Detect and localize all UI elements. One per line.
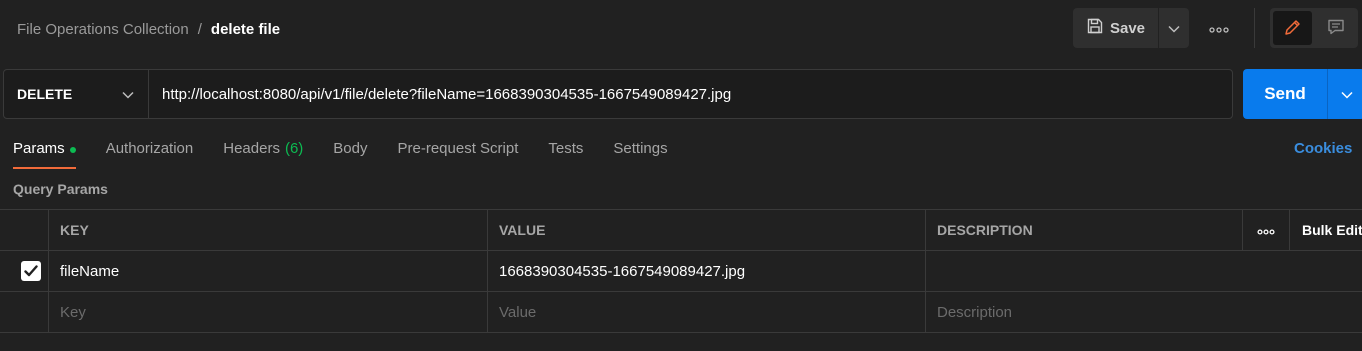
tab-authorization[interactable]: Authorization — [106, 138, 194, 168]
more-icon — [1257, 222, 1275, 238]
method-label: DELETE — [17, 86, 73, 102]
row-checkbox[interactable] — [21, 251, 41, 291]
tab-label: Authorization — [105, 140, 194, 157]
table-row: fileName 1668390304535-1667549089427.jpg — [0, 251, 1362, 292]
save-label: Save — [1109, 19, 1146, 37]
column-divider — [48, 210, 49, 250]
comment-icon — [1326, 17, 1346, 40]
column-header-value: VALUE — [499, 222, 546, 238]
more-actions-button[interactable] — [1203, 16, 1235, 40]
tab-tests[interactable]: Tests — [548, 138, 583, 168]
query-params-table: KEY VALUE DESCRIPTION Bulk Edit fileName… — [0, 209, 1362, 334]
chevron-down-icon — [1340, 86, 1353, 102]
checkbox-checked-icon — [21, 261, 41, 281]
column-divider — [487, 251, 488, 291]
column-divider — [925, 251, 926, 291]
comments-button[interactable] — [1316, 11, 1355, 45]
tab-label: Tests — [548, 140, 584, 157]
description-input-placeholder[interactable]: Description — [937, 292, 1012, 332]
column-divider — [48, 251, 49, 291]
cookies-link[interactable]: Cookies — [1294, 140, 1352, 157]
tab-label: Params — [13, 140, 65, 157]
edit-mode-button[interactable] — [1273, 11, 1312, 45]
tab-label: Headers — [223, 140, 280, 157]
send-button[interactable]: Send — [1243, 69, 1327, 119]
request-url-bar: DELETE — [3, 69, 1233, 119]
table-row-empty: Key Value Description — [0, 292, 1362, 333]
tab-pre-request-script[interactable]: Pre-request Script — [398, 138, 519, 168]
param-description[interactable] — [937, 251, 1237, 291]
method-select[interactable]: DELETE — [4, 70, 149, 118]
tab-headers[interactable]: Headers (6) — [223, 138, 303, 168]
key-input-placeholder[interactable]: Key — [60, 292, 86, 332]
query-params-title: Query Params — [13, 181, 108, 197]
tab-label: Pre-request Script — [397, 140, 519, 157]
params-status-dot — [69, 147, 76, 153]
url-input[interactable] — [149, 70, 1232, 118]
send-options-button[interactable] — [1328, 69, 1362, 119]
table-options-button[interactable] — [1243, 210, 1289, 250]
header-divider — [1254, 8, 1255, 48]
tab-label: Body — [333, 140, 368, 157]
send-button-group: Send — [1243, 69, 1362, 119]
param-value[interactable]: 1668390304535-1667549089427.jpg — [499, 251, 745, 291]
column-divider — [487, 292, 488, 332]
breadcrumb: File Operations Collection / delete file — [17, 18, 280, 40]
column-divider — [925, 210, 926, 250]
tab-settings[interactable]: Settings — [613, 138, 667, 168]
breadcrumb-collection[interactable]: File Operations Collection — [17, 21, 189, 38]
column-header-description: DESCRIPTION — [937, 222, 1033, 238]
column-divider — [925, 292, 926, 332]
param-key[interactable]: fileName — [60, 251, 119, 291]
save-button-group: Save — [1073, 8, 1189, 48]
value-input-placeholder[interactable]: Value — [499, 292, 536, 332]
column-header-key: KEY — [60, 222, 89, 238]
save-options-button[interactable] — [1159, 8, 1189, 48]
chevron-down-icon — [1168, 20, 1180, 36]
edit-icon — [1283, 17, 1303, 40]
column-divider — [48, 292, 49, 332]
headers-count: (6) — [284, 140, 304, 157]
request-tabs: Params Authorization Headers (6) Body Pr… — [13, 138, 698, 170]
request-name[interactable]: delete file — [211, 21, 280, 38]
breadcrumb-separator: / — [197, 20, 202, 38]
column-divider — [487, 210, 488, 250]
mode-toggle — [1270, 8, 1358, 48]
save-icon — [1086, 17, 1104, 39]
column-divider — [1289, 210, 1290, 250]
bulk-edit-button[interactable]: Bulk Edit — [1302, 210, 1362, 250]
tab-label: Settings — [613, 140, 668, 157]
tab-params[interactable]: Params — [13, 138, 76, 169]
tab-body[interactable]: Body — [333, 138, 367, 168]
chevron-down-icon — [122, 86, 134, 102]
more-icon — [1209, 20, 1229, 36]
save-button[interactable]: Save — [1073, 8, 1158, 48]
table-header-row: KEY VALUE DESCRIPTION Bulk Edit — [0, 210, 1362, 251]
